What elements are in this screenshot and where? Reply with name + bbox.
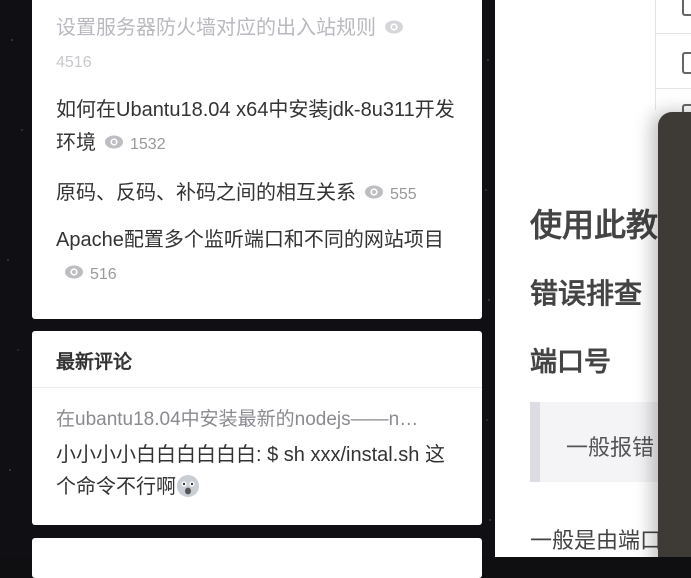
next-card bbox=[32, 538, 482, 578]
eye-icon bbox=[104, 130, 124, 150]
post-link[interactable]: 设置服务器防火墙对应的出入站规则 4516 bbox=[56, 12, 460, 79]
post-title[interactable]: 原码、反码、补码之间的相互关系 bbox=[56, 182, 356, 204]
article-heading-3: 端口号 bbox=[530, 347, 611, 377]
toolbar-frame bbox=[655, 0, 691, 126]
article-paragraph: 一般是由端口 bbox=[530, 528, 663, 553]
post-title[interactable]: Apache配置多个监听端口和不同的网站项目 bbox=[56, 229, 444, 251]
view-count: 555 bbox=[390, 186, 417, 203]
blockquote-text: 一般报错 bbox=[566, 435, 655, 460]
divider bbox=[656, 33, 691, 34]
divider bbox=[32, 387, 482, 388]
checkbox-icon[interactable] bbox=[682, 0, 691, 16]
eye-icon bbox=[364, 180, 384, 200]
comment-body: 小小小小白白白白白白: $ sh xxx/instal.sh 这个命令不行啊 bbox=[56, 439, 460, 503]
shocked-emoji-icon bbox=[176, 474, 200, 498]
view-count: 1532 bbox=[130, 136, 166, 153]
checkbox-icon[interactable] bbox=[682, 52, 691, 74]
divider bbox=[656, 88, 691, 89]
comment-post-link[interactable]: 在ubantu18.04中安装最新的nodejs——n… bbox=[56, 404, 460, 431]
post-link[interactable]: 如何在Ubantu18.04 x64中安装jdk-8u311开发环境 1532 bbox=[56, 94, 460, 161]
eye-icon bbox=[384, 15, 404, 35]
article-heading-2: 错误排查 bbox=[530, 278, 643, 309]
post-title[interactable]: 设置服务器防火墙对应的出入站规则 bbox=[56, 17, 376, 39]
section-title: 最新评论 bbox=[56, 352, 133, 373]
view-count: 516 bbox=[90, 266, 117, 283]
comment-text: 小小小小白白白白白白: $ sh xxx/instal.sh 这个命令不行啊 bbox=[56, 444, 445, 498]
view-count: 4516 bbox=[56, 54, 92, 71]
eye-icon bbox=[64, 260, 84, 280]
latest-comments-card: 最新评论 在ubantu18.04中安装最新的nodejs——n… 小小小小白白… bbox=[32, 331, 482, 525]
post-link[interactable]: Apache配置多个监听端口和不同的网站项目 516 bbox=[56, 224, 460, 291]
popular-posts-card: 设置服务器防火墙对应的出入站规则 4516 如何在Ubantu18.04 x64中… bbox=[32, 0, 482, 319]
side-panel[interactable] bbox=[658, 112, 691, 557]
article-content: 使用此教 错误排查 端口号 一般报错 一般是由端口 bbox=[495, 0, 691, 557]
post-link[interactable]: 原码、反码、补码之间的相互关系 555 bbox=[56, 177, 460, 211]
article-heading-1: 使用此教 bbox=[530, 207, 659, 243]
